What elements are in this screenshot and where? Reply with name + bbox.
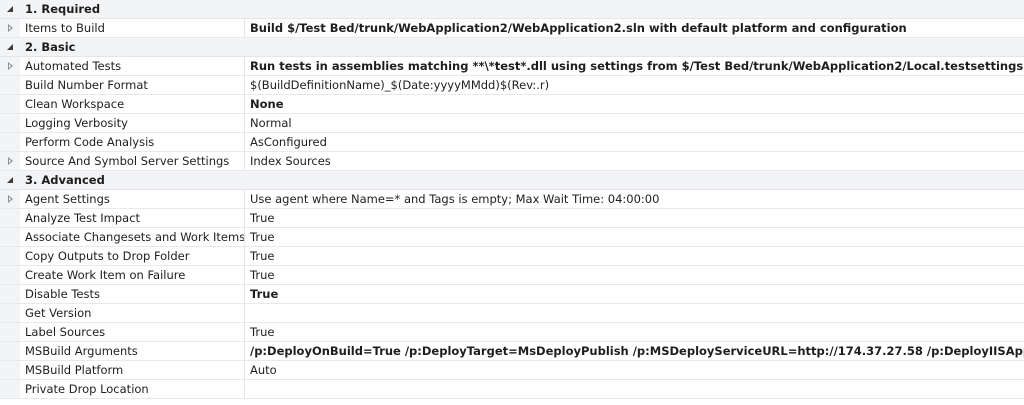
property-value[interactable]: AsConfigured [244, 133, 1024, 151]
property-row-analyze-test-impact[interactable]: Analyze Test Impact True [0, 209, 1024, 228]
category-fill [105, 171, 1024, 189]
property-value[interactable]: True [244, 323, 1024, 341]
row-gutter [0, 342, 20, 360]
property-value[interactable]: $(BuildDefinitionName)_$(Date:yyyyMMdd)$… [244, 76, 1024, 94]
row-gutter [0, 209, 20, 227]
property-name[interactable]: Associate Changesets and Work Items [20, 228, 244, 246]
property-row-build-number-format[interactable]: Build Number Format $(BuildDefinitionName… [0, 76, 1024, 95]
property-name[interactable]: Clean Workspace [20, 95, 244, 113]
property-row-items-to-build[interactable]: Items to Build Build $/Test Bed/trunk/Web… [0, 19, 1024, 38]
property-name[interactable]: Source And Symbol Server Settings [20, 152, 244, 170]
row-gutter [0, 228, 20, 246]
property-name[interactable]: Automated Tests [20, 57, 244, 75]
expand-arrow-icon[interactable] [8, 24, 13, 32]
property-value[interactable]: True [244, 228, 1024, 246]
property-value[interactable]: Use agent where Name=* and Tags is empty… [244, 190, 1024, 208]
row-gutter [0, 76, 20, 94]
row-gutter [0, 323, 20, 341]
row-gutter [0, 361, 20, 379]
property-row-create-work-item-on-failure[interactable]: Create Work Item on Failure True [0, 266, 1024, 285]
property-value[interactable]: Index Sources [244, 152, 1024, 170]
property-value[interactable] [244, 304, 1024, 322]
property-value[interactable]: /p:DeployOnBuild=True /p:DeployTarget=Ms… [244, 342, 1024, 360]
property-name[interactable]: Build Number Format [20, 76, 244, 94]
row-gutter [0, 380, 20, 398]
row-gutter [0, 19, 20, 37]
category-title: 3. Advanced [25, 173, 105, 187]
property-value[interactable]: True [244, 285, 1024, 303]
property-row-clean-workspace[interactable]: Clean Workspace None [0, 95, 1024, 114]
row-gutter [0, 190, 20, 208]
row-gutter [0, 57, 20, 75]
expand-arrow-icon[interactable] [8, 62, 13, 70]
category-title: 1. Required [25, 2, 101, 16]
property-row-label-sources[interactable]: Label Sources True [0, 323, 1024, 342]
row-gutter [0, 247, 20, 265]
property-row-automated-tests[interactable]: Automated Tests Run tests in assemblies m… [0, 57, 1024, 76]
property-name[interactable]: Logging Verbosity [20, 114, 244, 132]
expand-arrow-icon[interactable] [8, 157, 13, 165]
property-value[interactable]: True [244, 209, 1024, 227]
category-header-1-required[interactable]: 1. Required [0, 0, 1024, 19]
property-value[interactable]: True [244, 247, 1024, 265]
category-gutter [0, 38, 20, 56]
property-row-get-version[interactable]: Get Version [0, 304, 1024, 323]
property-name[interactable]: Perform Code Analysis [20, 133, 244, 151]
property-name[interactable]: Disable Tests [20, 285, 244, 303]
property-row-private-drop-location[interactable]: Private Drop Location [0, 380, 1024, 399]
property-name[interactable]: Get Version [20, 304, 244, 322]
category-title: 2. Basic [25, 40, 76, 54]
collapse-arrow-icon[interactable] [7, 44, 13, 50]
row-gutter [0, 133, 20, 151]
property-grid: 1. Required Items to Build Build $/Test Be… [0, 0, 1024, 405]
property-row-agent-settings[interactable]: Agent Settings Use agent where Name=* and… [0, 190, 1024, 209]
property-name[interactable]: Create Work Item on Failure [20, 266, 244, 284]
property-row-copy-outputs-to-drop-folder[interactable]: Copy Outputs to Drop Folder True [0, 247, 1024, 266]
property-name[interactable]: Private Drop Location [20, 380, 244, 398]
property-row-source-and-symbol-server-settings[interactable]: Source And Symbol Server Settings Index S… [0, 152, 1024, 171]
property-value[interactable]: Build $/Test Bed/trunk/WebApplication2/W… [244, 19, 1024, 37]
property-name[interactable]: Agent Settings [20, 190, 244, 208]
property-value[interactable]: None [244, 95, 1024, 113]
property-row-msbuild-arguments[interactable]: MSBuild Arguments/p:DeployOnBuild=True /… [0, 342, 1024, 361]
property-name[interactable]: Label Sources [20, 323, 244, 341]
category-header-2-basic[interactable]: 2. Basic [0, 38, 1024, 57]
expand-arrow-icon[interactable] [8, 195, 13, 203]
row-gutter [0, 114, 20, 132]
property-value[interactable]: True [244, 266, 1024, 284]
property-name[interactable]: Copy Outputs to Drop Folder [20, 247, 244, 265]
property-value[interactable]: Auto [244, 361, 1024, 379]
collapse-arrow-icon[interactable] [7, 6, 13, 12]
row-gutter [0, 285, 20, 303]
property-row-perform-code-analysis[interactable]: Perform Code Analysis AsConfigured [0, 133, 1024, 152]
property-name[interactable]: MSBuild Arguments [20, 342, 244, 360]
category-fill [76, 38, 1024, 56]
collapse-arrow-icon[interactable] [7, 177, 13, 183]
property-value[interactable] [244, 380, 1024, 398]
category-gutter [0, 0, 20, 18]
row-gutter [0, 304, 20, 322]
property-value[interactable]: Normal [244, 114, 1024, 132]
category-fill [100, 0, 1024, 18]
category-header-3-advanced[interactable]: 3. Advanced [0, 171, 1024, 190]
property-name[interactable]: MSBuild Platform [20, 361, 244, 379]
property-row-logging-verbosity[interactable]: Logging Verbosity Normal [0, 114, 1024, 133]
property-row-associate-changesets-and-work-items[interactable]: Associate Changesets and Work Items True [0, 228, 1024, 247]
row-gutter [0, 266, 20, 284]
property-row-msbuild-platform[interactable]: MSBuild Platform Auto [0, 361, 1024, 380]
row-gutter [0, 95, 20, 113]
property-name[interactable]: Items to Build [20, 19, 244, 37]
property-name[interactable]: Analyze Test Impact [20, 209, 244, 227]
category-gutter [0, 171, 20, 189]
property-row-disable-tests[interactable]: Disable Tests True [0, 285, 1024, 304]
property-value[interactable]: Run tests in assemblies matching **\*tes… [244, 57, 1024, 75]
row-gutter [0, 152, 20, 170]
